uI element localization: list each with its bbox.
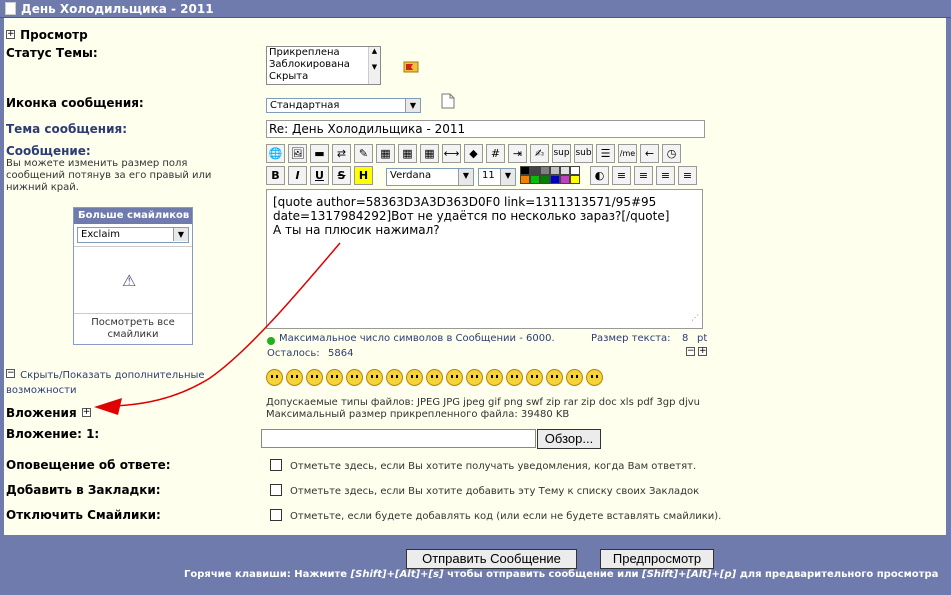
preview-button[interactable]: Предпросмотр	[600, 549, 714, 569]
hotkey-alt: [Alt]	[686, 569, 712, 580]
annotation-arrow	[94, 242, 341, 415]
hotkeys-middle: чтобы отправить сообщение или	[447, 569, 639, 580]
bottom-bar: Отправить Сообщение Предпросмотр Горячие…	[0, 535, 951, 595]
hotkeys-suffix: для предварительного просмотра	[739, 569, 939, 580]
hotkey-alt: [Alt]	[395, 569, 421, 580]
hotkeys-prefix: Горячие клавиши: Нажмите	[184, 569, 348, 580]
hotkeys-text: Горячие клавиши: Нажмите [Shift]+[Alt]+[…	[184, 569, 938, 580]
hotkey-s: [s]	[428, 569, 444, 580]
hotkey-plus: +	[711, 569, 720, 580]
hotkey-p: [p]	[719, 569, 737, 580]
hotkey-shift: [Shift]	[642, 569, 679, 580]
hotkey-shift: [Shift]	[350, 569, 387, 580]
submit-button[interactable]: Отправить Сообщение	[406, 549, 577, 569]
hotkey-plus: +	[386, 569, 395, 580]
